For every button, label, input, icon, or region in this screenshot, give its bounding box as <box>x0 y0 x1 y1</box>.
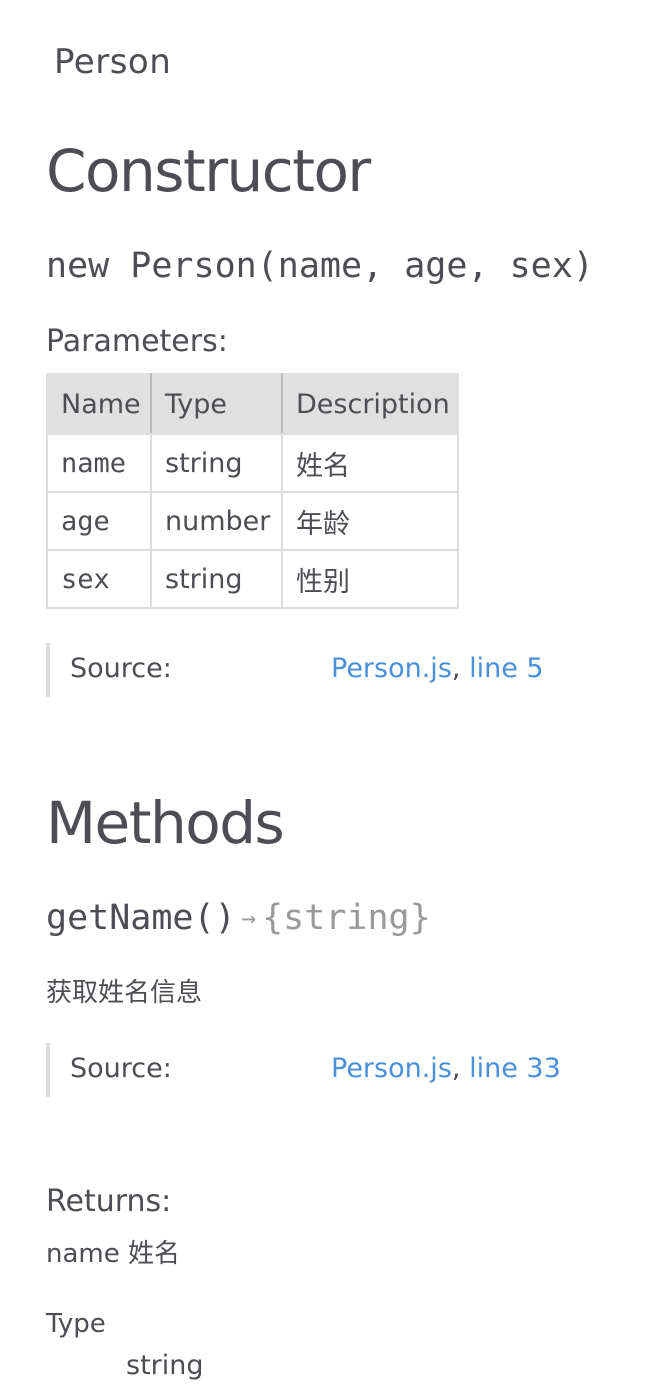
table-header-row: Name Type Description <box>46 373 459 435</box>
param-description: 性别 <box>281 549 459 609</box>
param-type: string <box>150 433 283 493</box>
returns-type-label: Type <box>46 1309 106 1339</box>
methods-heading: Methods <box>46 789 285 857</box>
column-header-type: Type <box>150 373 283 435</box>
table-row: sex string 性别 <box>46 549 459 609</box>
column-header-description: Description <box>281 373 459 435</box>
param-type: string <box>150 549 283 609</box>
column-header-name: Name <box>46 373 152 435</box>
param-description: 年龄 <box>281 491 459 551</box>
source-value: Person.js, line 5 <box>331 651 544 687</box>
return-arrow-icon: → <box>241 904 257 932</box>
method-signature-getname: getName() → {string} <box>46 896 431 940</box>
method-return-type: {string} <box>262 898 431 938</box>
source-value: Person.js, line 33 <box>331 1051 561 1087</box>
param-description: 姓名 <box>281 433 459 493</box>
source-file-link[interactable]: Person.js <box>331 653 452 684</box>
class-name: Person <box>54 42 172 82</box>
method-source-details: Source: Person.js, line 33 <box>46 1043 610 1097</box>
source-label: Source: <box>70 653 172 684</box>
method-name: getName() <box>46 898 236 938</box>
returns-type-value: string <box>126 1350 204 1381</box>
source-line-link[interactable]: line 33 <box>469 1053 561 1084</box>
method-description: 获取姓名信息 <box>46 978 203 1008</box>
source-line-link[interactable]: line 5 <box>469 653 544 684</box>
table-row: age number 年龄 <box>46 491 459 551</box>
table-row: name string 姓名 <box>46 433 459 493</box>
constructor-heading: Constructor <box>46 137 371 205</box>
returns-description: name 姓名 <box>46 1239 180 1269</box>
parameters-table: Name Type Description name string 姓名 age… <box>46 373 459 609</box>
constructor-signature: new Person(name, age, sex) <box>46 246 594 286</box>
source-separator: , <box>451 1053 461 1084</box>
source-label: Source: <box>70 1053 172 1084</box>
param-type: number <box>150 491 283 551</box>
param-name: sex <box>46 549 152 609</box>
constructor-source-details: Source: Person.js, line 5 <box>46 643 610 697</box>
returns-heading: Returns: <box>46 1184 172 1219</box>
param-name: name <box>46 433 152 493</box>
parameters-heading: Parameters: <box>46 324 228 359</box>
source-separator: , <box>451 653 461 684</box>
param-name: age <box>46 491 152 551</box>
source-file-link[interactable]: Person.js <box>331 1053 452 1084</box>
